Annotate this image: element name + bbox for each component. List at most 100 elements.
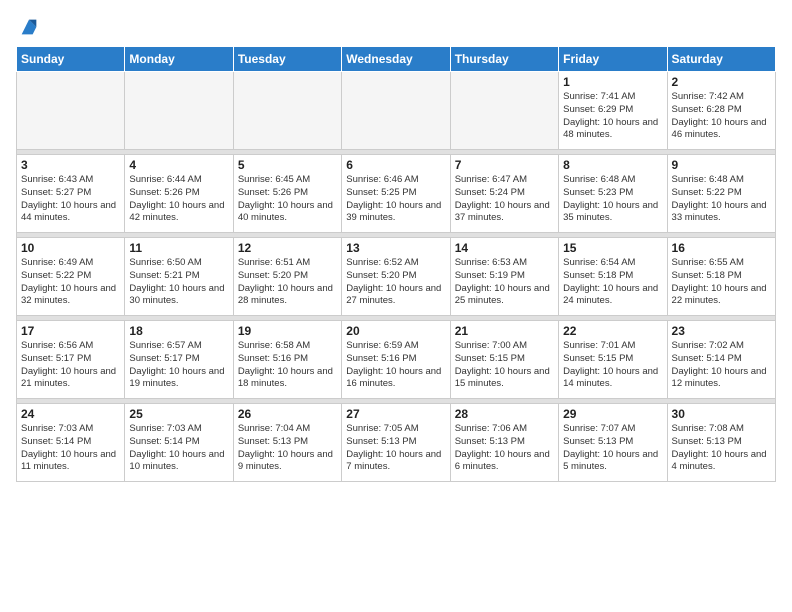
day-number: 6 xyxy=(346,158,445,172)
day-info: Sunrise: 6:57 AM Sunset: 5:17 PM Dayligh… xyxy=(129,340,228,391)
day-info: Sunrise: 7:42 AM Sunset: 6:28 PM Dayligh… xyxy=(672,91,771,142)
day-info: Sunrise: 7:01 AM Sunset: 5:15 PM Dayligh… xyxy=(563,340,662,391)
calendar-header-row: SundayMondayTuesdayWednesdayThursdayFrid… xyxy=(17,47,776,72)
calendar-cell: 11 Sunrise: 6:50 AM Sunset: 5:21 PM Dayli… xyxy=(125,238,233,316)
calendar-cell: 12Sunrise: 6:51 AM Sunset: 5:20 PM Dayli… xyxy=(233,238,341,316)
day-info: Sunrise: 6:47 AM Sunset: 5:24 PM Dayligh… xyxy=(455,174,554,225)
calendar-cell: 15Sunrise: 6:54 AM Sunset: 5:18 PM Dayli… xyxy=(559,238,667,316)
logo xyxy=(16,16,40,38)
day-number: 11 xyxy=(129,241,228,255)
calendar-cell xyxy=(450,72,558,150)
calendar-cell xyxy=(233,72,341,150)
day-number: 7 xyxy=(455,158,554,172)
day-info: Sunrise: 7:03 AM Sunset: 5:14 PM Dayligh… xyxy=(21,423,120,474)
calendar-cell: 19Sunrise: 6:58 AM Sunset: 5:16 PM Dayli… xyxy=(233,321,341,399)
calendar-cell: 16Sunrise: 6:55 AM Sunset: 5:18 PM Dayli… xyxy=(667,238,775,316)
day-info: Sunrise: 7:07 AM Sunset: 5:13 PM Dayligh… xyxy=(563,423,662,474)
calendar-cell: 13 Sunrise: 6:52 AM Sunset: 5:20 PM Dayli… xyxy=(342,238,450,316)
day-number: 20 xyxy=(346,324,445,338)
day-info: Sunrise: 6:49 AM Sunset: 5:22 PM Dayligh… xyxy=(21,257,120,308)
calendar-week-row: 3 Sunrise: 6:43 AM Sunset: 5:27 PM Daylig… xyxy=(17,155,776,233)
day-info: Sunrise: 6:59 AM Sunset: 5:16 PM Dayligh… xyxy=(346,340,445,391)
day-number: 19 xyxy=(238,324,337,338)
calendar-header-friday: Friday xyxy=(559,47,667,72)
calendar-cell: 27 Sunrise: 7:05 AM Sunset: 5:13 PM Dayli… xyxy=(342,404,450,482)
calendar-cell: 4 Sunrise: 6:44 AM Sunset: 5:26 PM Daylig… xyxy=(125,155,233,233)
calendar-cell: 29Sunrise: 7:07 AM Sunset: 5:13 PM Dayli… xyxy=(559,404,667,482)
day-number: 13 xyxy=(346,241,445,255)
calendar-cell: 8Sunrise: 6:48 AM Sunset: 5:23 PM Daylig… xyxy=(559,155,667,233)
calendar-header-monday: Monday xyxy=(125,47,233,72)
day-number: 8 xyxy=(563,158,662,172)
calendar-week-row: 17Sunrise: 6:56 AM Sunset: 5:17 PM Dayli… xyxy=(17,321,776,399)
calendar-cell: 10 Sunrise: 6:49 AM Sunset: 5:22 PM Dayli… xyxy=(17,238,125,316)
calendar-cell: 20 Sunrise: 6:59 AM Sunset: 5:16 PM Dayli… xyxy=(342,321,450,399)
day-info: Sunrise: 6:50 AM Sunset: 5:21 PM Dayligh… xyxy=(129,257,228,308)
day-info: Sunrise: 7:03 AM Sunset: 5:14 PM Dayligh… xyxy=(129,423,228,474)
day-info: Sunrise: 7:08 AM Sunset: 5:13 PM Dayligh… xyxy=(672,423,771,474)
day-number: 2 xyxy=(672,75,771,89)
day-number: 28 xyxy=(455,407,554,421)
calendar-cell xyxy=(125,72,233,150)
calendar-cell: 25 Sunrise: 7:03 AM Sunset: 5:14 PM Dayli… xyxy=(125,404,233,482)
day-number: 22 xyxy=(563,324,662,338)
day-info: Sunrise: 6:54 AM Sunset: 5:18 PM Dayligh… xyxy=(563,257,662,308)
day-info: Sunrise: 6:43 AM Sunset: 5:27 PM Dayligh… xyxy=(21,174,120,225)
calendar-header-sunday: Sunday xyxy=(17,47,125,72)
day-info: Sunrise: 6:53 AM Sunset: 5:19 PM Dayligh… xyxy=(455,257,554,308)
day-number: 18 xyxy=(129,324,228,338)
calendar-cell: 1 Sunrise: 7:41 AM Sunset: 6:29 PM Daylig… xyxy=(559,72,667,150)
day-info: Sunrise: 6:55 AM Sunset: 5:18 PM Dayligh… xyxy=(672,257,771,308)
day-info: Sunrise: 7:04 AM Sunset: 5:13 PM Dayligh… xyxy=(238,423,337,474)
calendar-cell xyxy=(342,72,450,150)
day-number: 9 xyxy=(672,158,771,172)
calendar-cell: 3 Sunrise: 6:43 AM Sunset: 5:27 PM Daylig… xyxy=(17,155,125,233)
calendar-cell: 9 Sunrise: 6:48 AM Sunset: 5:22 PM Daylig… xyxy=(667,155,775,233)
day-info: Sunrise: 6:45 AM Sunset: 5:26 PM Dayligh… xyxy=(238,174,337,225)
day-number: 12 xyxy=(238,241,337,255)
day-info: Sunrise: 6:52 AM Sunset: 5:20 PM Dayligh… xyxy=(346,257,445,308)
calendar-week-row: 10 Sunrise: 6:49 AM Sunset: 5:22 PM Dayli… xyxy=(17,238,776,316)
day-number: 10 xyxy=(21,241,120,255)
calendar-cell: 18 Sunrise: 6:57 AM Sunset: 5:17 PM Dayli… xyxy=(125,321,233,399)
day-number: 14 xyxy=(455,241,554,255)
calendar-cell xyxy=(17,72,125,150)
calendar-cell: 28Sunrise: 7:06 AM Sunset: 5:13 PM Dayli… xyxy=(450,404,558,482)
day-number: 17 xyxy=(21,324,120,338)
calendar-header-saturday: Saturday xyxy=(667,47,775,72)
day-info: Sunrise: 7:00 AM Sunset: 5:15 PM Dayligh… xyxy=(455,340,554,391)
calendar-cell: 30 Sunrise: 7:08 AM Sunset: 5:13 PM Dayli… xyxy=(667,404,775,482)
calendar: SundayMondayTuesdayWednesdayThursdayFrid… xyxy=(16,46,776,482)
calendar-week-row: 1 Sunrise: 7:41 AM Sunset: 6:29 PM Daylig… xyxy=(17,72,776,150)
day-number: 4 xyxy=(129,158,228,172)
day-info: Sunrise: 6:44 AM Sunset: 5:26 PM Dayligh… xyxy=(129,174,228,225)
calendar-cell: 21 Sunrise: 7:00 AM Sunset: 5:15 PM Dayli… xyxy=(450,321,558,399)
day-info: Sunrise: 6:46 AM Sunset: 5:25 PM Dayligh… xyxy=(346,174,445,225)
day-number: 5 xyxy=(238,158,337,172)
day-number: 1 xyxy=(563,75,662,89)
calendar-cell: 26Sunrise: 7:04 AM Sunset: 5:13 PM Dayli… xyxy=(233,404,341,482)
day-info: Sunrise: 7:02 AM Sunset: 5:14 PM Dayligh… xyxy=(672,340,771,391)
logo-icon xyxy=(18,16,40,38)
day-number: 21 xyxy=(455,324,554,338)
calendar-cell: 7 Sunrise: 6:47 AM Sunset: 5:24 PM Daylig… xyxy=(450,155,558,233)
calendar-cell: 14 Sunrise: 6:53 AM Sunset: 5:19 PM Dayli… xyxy=(450,238,558,316)
day-info: Sunrise: 7:05 AM Sunset: 5:13 PM Dayligh… xyxy=(346,423,445,474)
day-number: 27 xyxy=(346,407,445,421)
day-number: 3 xyxy=(21,158,120,172)
calendar-week-row: 24 Sunrise: 7:03 AM Sunset: 5:14 PM Dayli… xyxy=(17,404,776,482)
day-number: 23 xyxy=(672,324,771,338)
calendar-cell: 23 Sunrise: 7:02 AM Sunset: 5:14 PM Dayli… xyxy=(667,321,775,399)
calendar-cell: 6 Sunrise: 6:46 AM Sunset: 5:25 PM Daylig… xyxy=(342,155,450,233)
calendar-header-thursday: Thursday xyxy=(450,47,558,72)
calendar-cell: 5 Sunrise: 6:45 AM Sunset: 5:26 PM Daylig… xyxy=(233,155,341,233)
day-info: Sunrise: 7:41 AM Sunset: 6:29 PM Dayligh… xyxy=(563,91,662,142)
calendar-cell: 2 Sunrise: 7:42 AM Sunset: 6:28 PM Daylig… xyxy=(667,72,775,150)
day-number: 30 xyxy=(672,407,771,421)
calendar-header-tuesday: Tuesday xyxy=(233,47,341,72)
calendar-cell: 17Sunrise: 6:56 AM Sunset: 5:17 PM Dayli… xyxy=(17,321,125,399)
day-info: Sunrise: 6:48 AM Sunset: 5:22 PM Dayligh… xyxy=(672,174,771,225)
header xyxy=(16,12,776,38)
day-number: 24 xyxy=(21,407,120,421)
day-number: 25 xyxy=(129,407,228,421)
